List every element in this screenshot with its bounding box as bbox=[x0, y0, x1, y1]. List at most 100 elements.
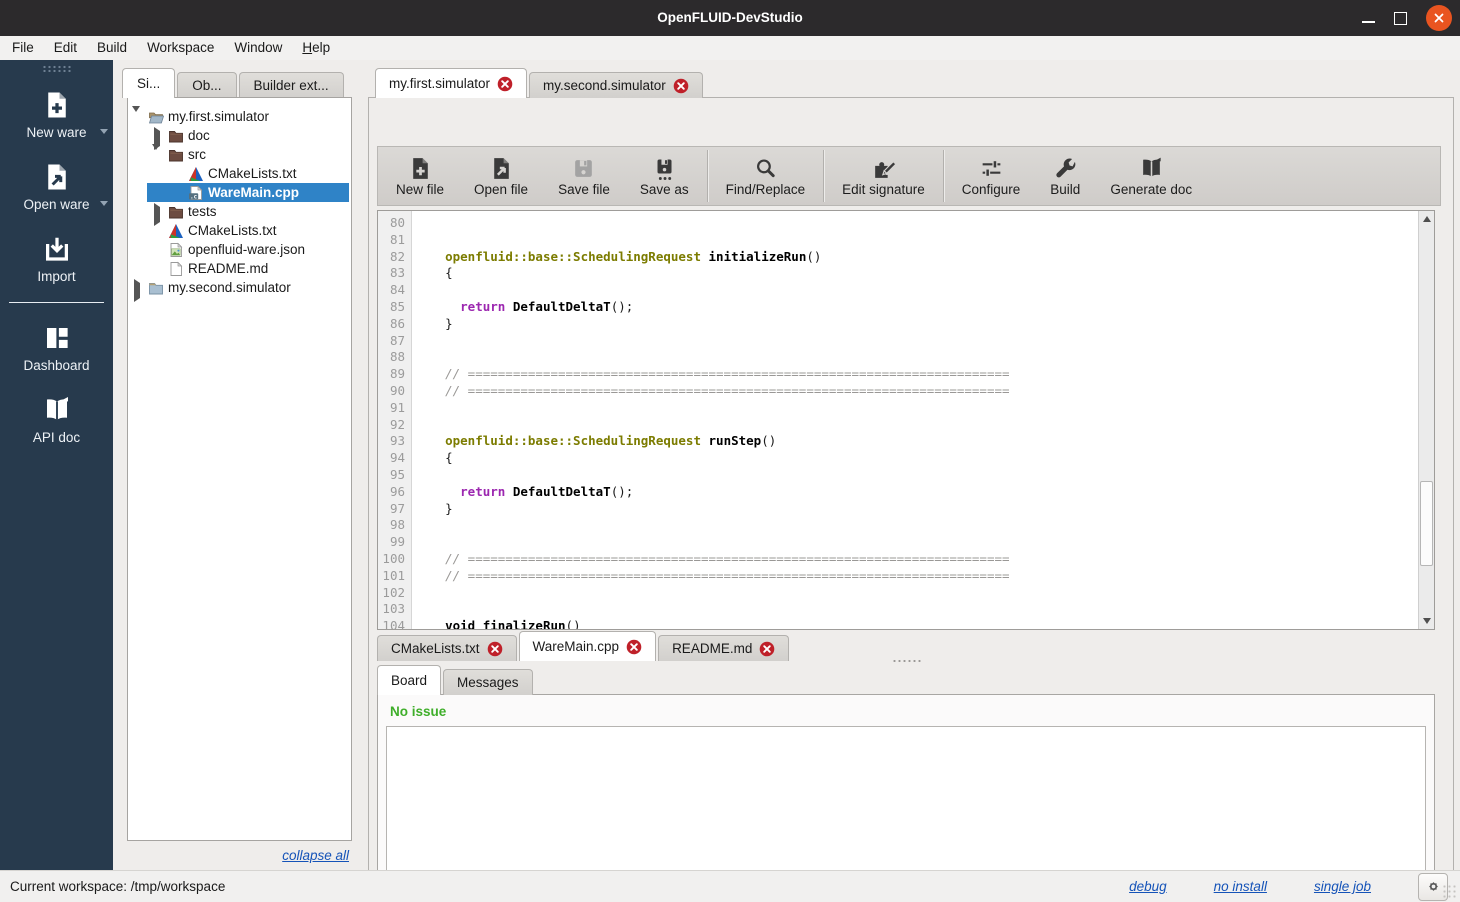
tree-item-cmakelists-txt[interactable]: CMakeLists.txt bbox=[128, 164, 351, 183]
dropdown-caret-icon[interactable] bbox=[100, 201, 108, 206]
sidebar-button-import[interactable]: Import bbox=[0, 222, 113, 294]
line-number: 93 bbox=[389, 433, 405, 449]
sidebar-button-label: API doc bbox=[32, 430, 81, 445]
code-text[interactable]: openfluid::base::SchedulingRequest initi… bbox=[415, 215, 1417, 629]
code-editor[interactable]: 80 81 82 83 84 85 86 87 88 89 90 91 92 93 94 95 96 97 98 99… bbox=[377, 210, 1435, 630]
editor-vertical-scrollbar[interactable] bbox=[1418, 211, 1434, 629]
expand-arrow-icon[interactable] bbox=[152, 202, 162, 226]
new-file-icon bbox=[412, 158, 428, 179]
edit-signature-button[interactable]: Edit signature bbox=[827, 149, 940, 203]
tree-item-my-first-simulator[interactable]: my.first.simulator bbox=[128, 105, 351, 127]
file-tab-cmakelists-txt[interactable]: CMakeLists.txt bbox=[377, 635, 517, 661]
close-icon[interactable] bbox=[1426, 5, 1452, 31]
sidebar-button-label: New ware bbox=[26, 125, 87, 140]
ware-tab-my-first-simulator[interactable]: my.first.simulator bbox=[375, 68, 528, 98]
statusbar-link-debug[interactable]: debug bbox=[1129, 879, 1167, 894]
cpp-file-icon: .c bbox=[189, 185, 203, 200]
line-number: 82 bbox=[389, 248, 405, 264]
generate-doc-button[interactable]: Generate doc bbox=[1095, 149, 1207, 203]
statusbar-link-single-job[interactable]: single job bbox=[1314, 879, 1371, 894]
close-tab-icon[interactable] bbox=[759, 641, 775, 657]
sidebar-button-new-ware[interactable]: New ware bbox=[0, 78, 113, 150]
file-tab-waremain-cpp[interactable]: WareMain.cpp bbox=[518, 631, 657, 661]
configure-button[interactable]: Configure bbox=[947, 149, 1036, 203]
collapse-arrow-icon[interactable] bbox=[132, 105, 142, 127]
code-line: return DefaultDeltaT(); bbox=[460, 483, 634, 499]
scroll-up-arrow[interactable] bbox=[1419, 211, 1434, 227]
minimize-icon[interactable] bbox=[1362, 21, 1375, 23]
tree-item-my-second-simulator[interactable]: my.second.simulator bbox=[128, 278, 351, 302]
tree-item-label: WareMain.cpp bbox=[208, 185, 300, 200]
tree-item-cmakelists-txt[interactable]: CMakeLists.txt bbox=[128, 221, 351, 240]
menu-file[interactable]: File bbox=[2, 36, 44, 60]
title-bar: OpenFLUID-DevStudio bbox=[0, 0, 1460, 36]
sidebar-button-api-doc[interactable]: API doc bbox=[0, 383, 113, 455]
sidebar-button-dashboard[interactable]: Dashboard bbox=[0, 311, 113, 383]
sidebar-button-label: Open ware bbox=[23, 197, 90, 212]
splitter-handle[interactable] bbox=[892, 659, 922, 663]
tab-label: my.first.simulator bbox=[389, 76, 491, 91]
board-tab-messages[interactable]: Messages bbox=[443, 669, 533, 695]
open-file-button[interactable]: Open file bbox=[459, 149, 543, 203]
tree-item-readme-md[interactable]: README.md bbox=[128, 259, 351, 278]
line-number: 98 bbox=[389, 517, 405, 533]
code-line: // =====================================… bbox=[415, 382, 1010, 398]
menu-window[interactable]: Window bbox=[224, 36, 292, 60]
new-file-button[interactable]: New file bbox=[381, 149, 459, 203]
close-tab-icon[interactable] bbox=[673, 78, 689, 94]
resize-grip[interactable] bbox=[1442, 884, 1458, 900]
scroll-down-arrow[interactable] bbox=[1419, 613, 1434, 629]
menu-edit[interactable]: Edit bbox=[44, 36, 87, 60]
edit-signature-icon bbox=[875, 160, 896, 178]
tab-label: Ob... bbox=[192, 78, 222, 93]
scrollbar-thumb[interactable] bbox=[1420, 481, 1433, 566]
find-replace-button[interactable]: Find/Replace bbox=[711, 149, 821, 203]
tree-item-label: README.md bbox=[188, 261, 269, 276]
expand-arrow-icon[interactable] bbox=[152, 126, 162, 150]
dropdown-caret-icon[interactable] bbox=[100, 129, 108, 134]
statusbar-link-no-install[interactable]: no install bbox=[1214, 879, 1267, 894]
line-number: 103 bbox=[382, 601, 405, 617]
tree-item-doc[interactable]: doc bbox=[128, 126, 351, 150]
status-bar: Current workspace: /tmp/workspace debug n… bbox=[0, 870, 1460, 902]
tree-item-waremain-cpp[interactable]: .c WareMain.cpp bbox=[128, 183, 351, 202]
menu-help[interactable]: Help bbox=[292, 36, 340, 60]
line-number: 90 bbox=[389, 382, 405, 398]
close-tab-icon[interactable] bbox=[487, 641, 503, 657]
toolbar-drag-handle[interactable] bbox=[41, 65, 72, 72]
line-number: 85 bbox=[389, 298, 405, 314]
tree-item-src[interactable]: src bbox=[128, 143, 351, 165]
line-number: 84 bbox=[389, 282, 405, 298]
sidebar-button-open-ware[interactable]: Open ware bbox=[0, 150, 113, 222]
collapse-all-link[interactable]: collapse all bbox=[282, 848, 349, 863]
menu-build[interactable]: Build bbox=[87, 36, 137, 60]
explorer-tab-si[interactable]: Si... bbox=[122, 68, 176, 98]
explorer-tab-ob[interactable]: Ob... bbox=[177, 72, 237, 98]
tab-label: CMakeLists.txt bbox=[391, 641, 480, 656]
line-number: 104 bbox=[382, 618, 405, 630]
code-line: { bbox=[415, 450, 453, 466]
toolbar-button-label: Build bbox=[1050, 181, 1081, 197]
close-tab-icon[interactable] bbox=[497, 76, 513, 92]
menu-workspace[interactable]: Workspace bbox=[137, 36, 224, 60]
explorer-tab-builder-ext[interactable]: Builder ext... bbox=[238, 72, 344, 98]
ware-tab-my-second-simulator[interactable]: my.second.simulator bbox=[529, 72, 703, 98]
save-as-button[interactable]: Save as bbox=[625, 149, 704, 203]
tree-item-tests[interactable]: tests bbox=[128, 202, 351, 226]
tree-item-openfluid-ware-json[interactable]: openfluid-ware.json bbox=[128, 240, 351, 259]
ware-frame: New file Open file Save file Save as Find/Re… bbox=[368, 97, 1454, 896]
file-tab-readme-md[interactable]: README.md bbox=[658, 635, 790, 661]
build-button[interactable]: Build bbox=[1035, 149, 1095, 203]
folder-dark-icon bbox=[169, 130, 183, 142]
maximize-icon[interactable] bbox=[1394, 11, 1407, 25]
code-line: return DefaultDeltaT(); bbox=[460, 298, 634, 314]
close-tab-icon[interactable] bbox=[626, 639, 642, 655]
collapse-arrow-icon[interactable] bbox=[152, 143, 162, 165]
board-tab-board[interactable]: Board bbox=[377, 665, 442, 695]
expand-arrow-icon[interactable] bbox=[132, 278, 142, 302]
issues-list bbox=[386, 726, 1426, 887]
